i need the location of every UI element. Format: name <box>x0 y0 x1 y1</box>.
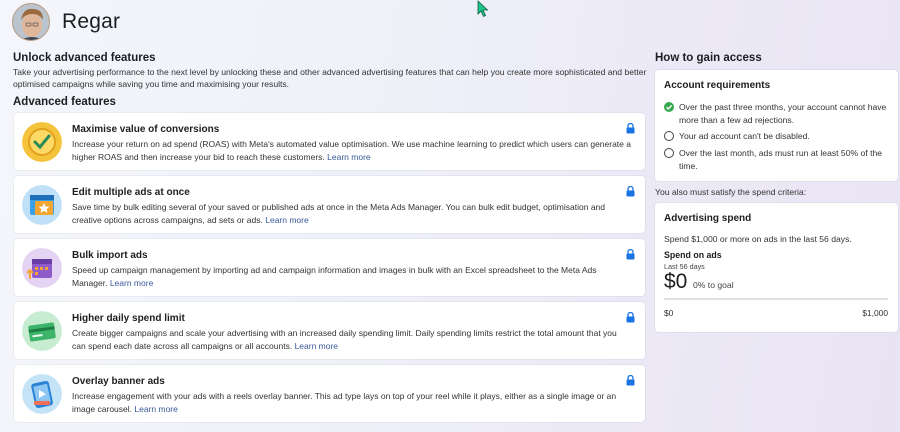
credit-card-icon <box>22 311 62 351</box>
feature-description: Increase your return on ad spend (ROAS) … <box>72 139 631 162</box>
range-min-label: $0 <box>664 308 674 318</box>
feature-description: Speed up campaign management by importin… <box>72 265 597 288</box>
range-max-label: $1,000 <box>862 308 888 318</box>
advertising-spend-title: Advertising spend <box>664 213 752 224</box>
checkmark-badge-icon <box>22 122 62 162</box>
spend-description: Spend $1,000 or more on ads in the last … <box>664 234 852 244</box>
feature-description: Increase engagement with your ads with a… <box>72 391 617 414</box>
feature-card-bulk-import[interactable]: Bulk import ads Speed up campaign manage… <box>14 239 645 296</box>
unlock-description: Take your advertising performance to the… <box>13 67 647 89</box>
check-circle-icon <box>664 102 674 112</box>
lock-icon <box>626 312 635 323</box>
feature-card-overlay-banner[interactable]: Overlay banner ads Increase engagement w… <box>14 365 645 422</box>
learn-more-link[interactable]: Learn more <box>327 152 370 162</box>
account-header: Regar <box>12 2 120 42</box>
feature-title: Maximise value of conversions <box>72 124 220 135</box>
feature-card-higher-spend[interactable]: Higher daily spend limit Create bigger c… <box>14 302 645 359</box>
learn-more-link[interactable]: Learn more <box>295 341 338 351</box>
requirement-item: Over the past three months, your account… <box>664 101 889 126</box>
feature-title: Edit multiple ads at once <box>72 187 190 198</box>
advanced-features-title: Advanced features <box>13 96 116 108</box>
learn-more-link[interactable]: Learn more <box>265 215 308 225</box>
account-name: Regar <box>62 10 121 33</box>
spend-goal-percent: 0% to goal <box>693 280 734 290</box>
feature-description: Save time by bulk editing several of you… <box>72 202 606 225</box>
lock-icon <box>626 375 635 386</box>
feature-title: Higher daily spend limit <box>72 313 185 324</box>
empty-circle-icon <box>664 148 674 158</box>
feature-title: Overlay banner ads <box>72 376 165 387</box>
phone-video-icon <box>22 374 62 414</box>
feature-description: Create bigger campaigns and scale your a… <box>72 328 617 351</box>
spend-progress-bar <box>664 298 888 300</box>
lock-icon <box>626 123 635 134</box>
feature-card-edit-multiple[interactable]: Edit multiple ads at once Save time by b… <box>14 176 645 233</box>
feature-card-maximise-value[interactable]: Maximise value of conversions Increase y… <box>14 113 645 170</box>
learn-more-link[interactable]: Learn more <box>134 404 177 414</box>
mouse-cursor-icon <box>477 0 489 18</box>
advertising-spend-panel: Advertising spend Spend $1,000 or more o… <box>655 203 898 332</box>
intro-section: Unlock advanced features Take your adver… <box>13 52 647 108</box>
spend-criteria-note: You also must satisfy the spend criteria… <box>655 187 807 197</box>
account-requirements-panel: Account requirements Over the past three… <box>655 70 898 181</box>
unlock-title: Unlock advanced features <box>13 52 156 64</box>
account-requirements-title: Account requirements <box>664 80 771 91</box>
avatar-image <box>13 4 49 40</box>
lock-icon <box>626 249 635 260</box>
spend-amount: $0 <box>664 270 688 293</box>
empty-circle-icon <box>664 131 674 141</box>
requirement-item: Over the last month, ads must run at lea… <box>664 147 889 172</box>
how-to-gain-access-title: How to gain access <box>655 52 762 64</box>
feature-title: Bulk import ads <box>72 250 148 261</box>
requirement-item: Your ad account can't be disabled. <box>664 130 889 143</box>
calendar-upload-icon <box>22 248 62 288</box>
learn-more-link[interactable]: Learn more <box>110 278 153 288</box>
spend-on-ads-label: Spend on ads <box>664 250 722 260</box>
star-window-icon <box>22 185 62 225</box>
avatar[interactable] <box>12 3 50 41</box>
lock-icon <box>626 186 635 197</box>
